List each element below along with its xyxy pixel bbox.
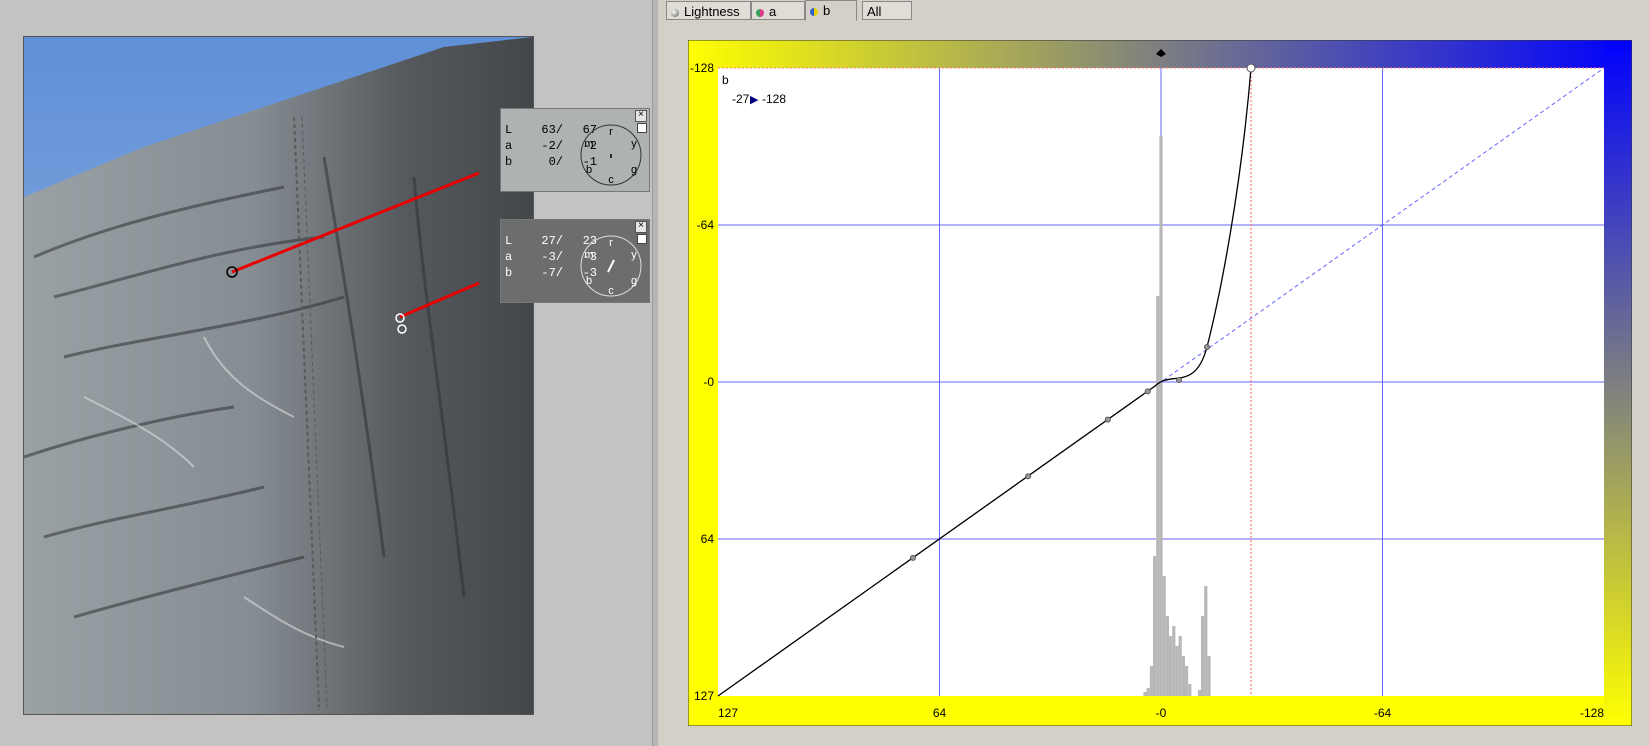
histogram-bar — [1156, 296, 1160, 696]
x-tick-label: -64 — [1374, 706, 1392, 720]
photo-half-dome-cables[interactable] — [23, 36, 534, 715]
curve-editor[interactable]: b -27 ▶ -128 -128 -64 -0 64 127 127 64 -0 -64 -1… — [687, 39, 1633, 727]
color-dial-icon: r m y b c g — [580, 124, 642, 186]
x-tick-label: 64 — [933, 706, 947, 720]
point-in-value: -27 — [732, 92, 750, 106]
a-channel-icon — [756, 8, 764, 17]
tab-label: All — [867, 4, 882, 19]
svg-text:y: y — [631, 138, 637, 150]
tab-b[interactable]: b — [805, 0, 857, 21]
right-gradient-bar — [1604, 40, 1632, 726]
svg-text:r: r — [609, 126, 613, 138]
histogram-bar — [1197, 690, 1201, 696]
svg-text:r: r — [609, 237, 613, 249]
curve-control-point[interactable] — [1025, 473, 1032, 480]
histogram-bar — [1201, 616, 1205, 696]
y-tick-label: -0 — [703, 375, 714, 389]
point-out-value: -128 — [762, 92, 786, 106]
tab-lightness[interactable]: Lightness — [666, 1, 751, 20]
y-tick-label: 64 — [701, 532, 715, 546]
x-tick-label: -0 — [1156, 706, 1167, 720]
histogram-bar — [1169, 636, 1173, 696]
curve-control-point[interactable] — [1204, 344, 1210, 350]
curve-control-point[interactable] — [1176, 377, 1182, 383]
histogram-bar — [1149, 666, 1153, 696]
histogram-bar — [1165, 616, 1169, 696]
color-dial-icon: r m y b c g — [580, 235, 642, 297]
image-viewer: × L 63/67 a -2/-2 b 0/-1 r m y b c g × L 27/… — [0, 0, 652, 746]
histogram-bar — [1162, 576, 1166, 696]
histogram-bar — [1172, 626, 1176, 696]
histogram-bar — [1207, 656, 1211, 696]
tab-all[interactable]: All — [862, 1, 912, 20]
x-tick-label: 127 — [718, 706, 738, 720]
y-tick-label: 127 — [694, 689, 714, 703]
close-icon[interactable]: × — [635, 110, 647, 122]
svg-text:m: m — [584, 138, 593, 150]
histogram-bar — [1204, 586, 1208, 696]
y-tick-label: -64 — [697, 218, 715, 232]
histogram-bar — [1153, 556, 1157, 696]
lightness-channel-icon — [671, 8, 679, 17]
svg-text:g: g — [631, 275, 637, 287]
histogram-bar — [1143, 692, 1147, 696]
histogram-bar — [1188, 684, 1192, 696]
curve-control-point[interactable] — [909, 554, 916, 561]
color-readout-2[interactable]: × L 27/23 a -3/-3 b -7/-3 r m y b c g — [500, 219, 650, 303]
curves-panel: Lightness a b All b -27 ▶ -128 -128 -64 … — [658, 0, 1649, 746]
curve-control-point[interactable] — [1246, 63, 1256, 73]
histogram-bar — [1185, 666, 1189, 696]
tab-label: Lightness — [684, 4, 740, 19]
close-icon[interactable]: × — [635, 221, 647, 233]
curve-control-point[interactable] — [1144, 388, 1151, 395]
curve-control-point[interactable] — [1104, 416, 1111, 423]
tab-label: b — [823, 3, 831, 18]
histogram-bar — [1178, 636, 1182, 696]
svg-text:m: m — [584, 249, 593, 261]
svg-text:c: c — [608, 174, 614, 186]
color-readout-1[interactable]: × L 63/67 a -2/-2 b 0/-1 r m y b c g — [500, 108, 650, 192]
histogram-bar — [1159, 136, 1163, 696]
svg-text:y: y — [631, 249, 637, 261]
svg-text:b: b — [586, 164, 592, 176]
histogram-bar — [1181, 656, 1185, 696]
point-arrow-icon: ▶ — [750, 93, 759, 106]
y-tick-label: -128 — [690, 61, 714, 75]
svg-text:b: b — [586, 275, 592, 287]
tab-label: a — [769, 4, 777, 19]
svg-text:g: g — [631, 164, 637, 176]
svg-text:c: c — [608, 285, 614, 297]
histogram-bar — [1175, 646, 1179, 696]
channel-label: b — [722, 73, 729, 87]
x-tick-label: -128 — [1580, 706, 1604, 720]
b-channel-icon — [810, 7, 818, 16]
tab-a[interactable]: a — [751, 1, 805, 20]
histogram-bar — [1146, 688, 1150, 696]
